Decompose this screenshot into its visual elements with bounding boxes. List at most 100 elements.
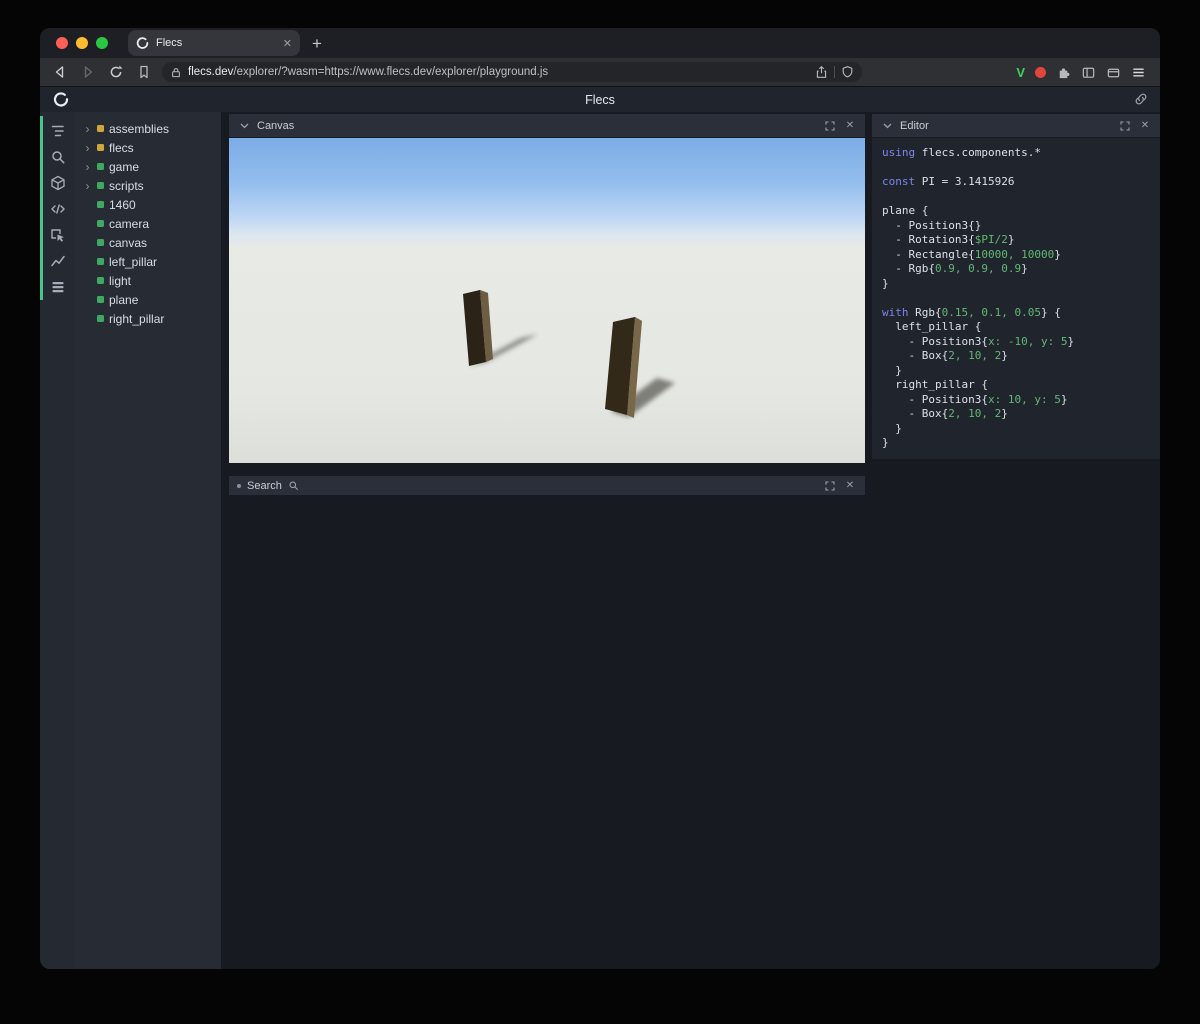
tab-close-icon[interactable]: ✕ bbox=[283, 37, 292, 50]
code-icon[interactable] bbox=[40, 196, 75, 222]
expand-icon[interactable] bbox=[823, 479, 837, 493]
cube-icon[interactable] bbox=[40, 170, 75, 196]
tree-item-label: light bbox=[109, 273, 132, 288]
expand-icon[interactable] bbox=[1118, 119, 1132, 133]
menu-hamburger-icon[interactable] bbox=[1131, 65, 1146, 80]
extension-v-icon[interactable]: V bbox=[1016, 65, 1025, 80]
tree-item-assemblies[interactable]: › assemblies bbox=[75, 119, 221, 138]
tab-favicon-flecs-icon bbox=[136, 36, 149, 50]
app-content: › assemblies › flecs › game › scripts 1460 camera… bbox=[40, 112, 1160, 969]
sidebar-toggle-icon[interactable] bbox=[1081, 65, 1096, 80]
reload-icon[interactable] bbox=[106, 63, 126, 81]
extension-cluster: V bbox=[1016, 65, 1150, 80]
entity-tree-panel: › assemblies › flecs › game › scripts 1460 camera… bbox=[75, 112, 221, 969]
code-line: - Rgb{0.9, 0.9, 0.9} bbox=[882, 262, 1028, 275]
code-line: const PI = 3.1415926 bbox=[882, 175, 1015, 188]
stats-icon[interactable] bbox=[40, 274, 75, 300]
extensions-puzzle-icon[interactable] bbox=[1056, 65, 1071, 80]
wallet-icon[interactable] bbox=[1106, 65, 1121, 80]
tree-item-game[interactable]: › game bbox=[75, 157, 221, 176]
chevron-down-icon[interactable] bbox=[880, 119, 894, 133]
chevron-down-icon[interactable] bbox=[237, 119, 251, 133]
search-panel-header[interactable]: Search ✕ bbox=[229, 476, 865, 496]
lock-icon bbox=[170, 66, 182, 79]
url-bar[interactable]: flecs.dev/explorer/?wasm=https://www.fle… bbox=[162, 62, 862, 82]
desktop-background: Flecs ✕ + flecs.dev/explorer/?wasm=https… bbox=[0, 0, 1200, 1024]
code-line: - Position3{} bbox=[882, 218, 982, 232]
close-icon[interactable]: ✕ bbox=[1138, 119, 1152, 133]
collapsed-dot-icon[interactable] bbox=[237, 483, 241, 488]
editor-panel-title: Editor bbox=[900, 119, 929, 132]
entity-color-square bbox=[97, 296, 104, 303]
entity-tree-list: › assemblies › flecs › game › scripts 1460 camera… bbox=[75, 119, 221, 328]
entity-color-square bbox=[97, 201, 104, 208]
share-link-icon[interactable] bbox=[1134, 92, 1148, 106]
window-minimize-button[interactable] bbox=[76, 37, 88, 49]
tree-item-right_pillar[interactable]: right_pillar bbox=[75, 309, 221, 328]
expand-chevron-icon[interactable]: › bbox=[83, 161, 92, 173]
code-line: - Position3{x: 10, y: 5} bbox=[882, 392, 1068, 406]
browser-toolbar: flecs.dev/explorer/?wasm=https://www.fle… bbox=[40, 58, 1160, 86]
tree-item-label: 1460 bbox=[109, 197, 136, 212]
3d-viewport[interactable] bbox=[229, 138, 865, 463]
inspect-icon[interactable] bbox=[40, 222, 75, 248]
share-icon[interactable] bbox=[815, 65, 828, 79]
expand-chevron-icon[interactable]: › bbox=[83, 180, 92, 192]
tree-item-label: flecs bbox=[109, 140, 134, 155]
window-close-button[interactable] bbox=[56, 37, 68, 49]
tree-item-light[interactable]: light bbox=[75, 271, 221, 290]
extension-red-icon[interactable] bbox=[1035, 66, 1046, 78]
code-line: } bbox=[882, 421, 902, 435]
code-line: plane { bbox=[882, 204, 929, 217]
tree-item-1460[interactable]: 1460 bbox=[75, 195, 221, 214]
tree-item-label: scripts bbox=[109, 178, 144, 193]
code-editor[interactable]: using flecs.components.* const PI = 3.14… bbox=[872, 138, 1160, 459]
tree-item-camera[interactable]: camera bbox=[75, 214, 221, 233]
tree-item-label: plane bbox=[109, 292, 139, 307]
browser-window: Flecs ✕ + flecs.dev/explorer/?wasm=https… bbox=[40, 28, 1160, 969]
editor-panel: Editor ✕ using flecs.components.* const … bbox=[872, 114, 1160, 459]
back-icon[interactable] bbox=[50, 63, 70, 81]
code-line: right_pillar { bbox=[882, 378, 988, 391]
code-line: - Rotation3{$PI/2} bbox=[882, 233, 1015, 246]
code-line: using flecs.components.* bbox=[882, 146, 1041, 159]
browser-tab[interactable]: Flecs ✕ bbox=[128, 30, 300, 56]
close-icon[interactable]: ✕ bbox=[843, 479, 857, 493]
tree-item-flecs[interactable]: › flecs bbox=[75, 138, 221, 157]
tab-title: Flecs bbox=[156, 37, 183, 49]
icon-rail bbox=[40, 112, 75, 969]
close-icon[interactable]: ✕ bbox=[843, 119, 857, 133]
canvas-panel-header[interactable]: Canvas ✕ bbox=[229, 114, 865, 138]
editor-panel-header[interactable]: Editor ✕ bbox=[872, 114, 1160, 138]
entity-tree-icon[interactable] bbox=[40, 118, 75, 144]
entity-color-square bbox=[97, 277, 104, 284]
entity-color-square bbox=[97, 182, 104, 189]
tree-item-plane[interactable]: plane bbox=[75, 290, 221, 309]
code-line: with Rgb{0.15, 0.1, 0.05} { bbox=[882, 305, 1061, 319]
code-line: - Rectangle{10000, 10000} bbox=[882, 247, 1061, 261]
app-title: Flecs bbox=[585, 92, 615, 107]
chart-icon[interactable] bbox=[40, 248, 75, 274]
code-line: - Box{2, 10, 2} bbox=[882, 349, 1008, 362]
url-path: /explorer/?wasm=https://www.flecs.dev/ex… bbox=[233, 66, 549, 78]
bookmarks-icon[interactable] bbox=[134, 63, 154, 81]
canvas-panel: Canvas ✕ bbox=[229, 114, 865, 463]
expand-icon[interactable] bbox=[823, 119, 837, 133]
tree-item-canvas[interactable]: canvas bbox=[75, 233, 221, 252]
expand-chevron-icon[interactable]: › bbox=[83, 142, 92, 154]
brave-shield-icon[interactable] bbox=[841, 65, 854, 79]
magnifier-icon bbox=[288, 480, 299, 491]
app-header: Flecs bbox=[40, 86, 1160, 112]
forward-icon[interactable] bbox=[78, 63, 98, 81]
tree-item-left_pillar[interactable]: left_pillar bbox=[75, 252, 221, 271]
search-icon[interactable] bbox=[40, 144, 75, 170]
new-tab-button[interactable]: + bbox=[312, 35, 322, 52]
expand-chevron-icon[interactable]: › bbox=[83, 123, 92, 135]
url-text: flecs.dev/explorer/?wasm=https://www.fle… bbox=[188, 66, 809, 78]
rail-active-accent bbox=[40, 116, 43, 300]
code-line: } bbox=[882, 363, 902, 377]
window-zoom-button[interactable] bbox=[96, 37, 108, 49]
code-line: } bbox=[882, 436, 889, 449]
tree-item-scripts[interactable]: › scripts bbox=[75, 176, 221, 195]
